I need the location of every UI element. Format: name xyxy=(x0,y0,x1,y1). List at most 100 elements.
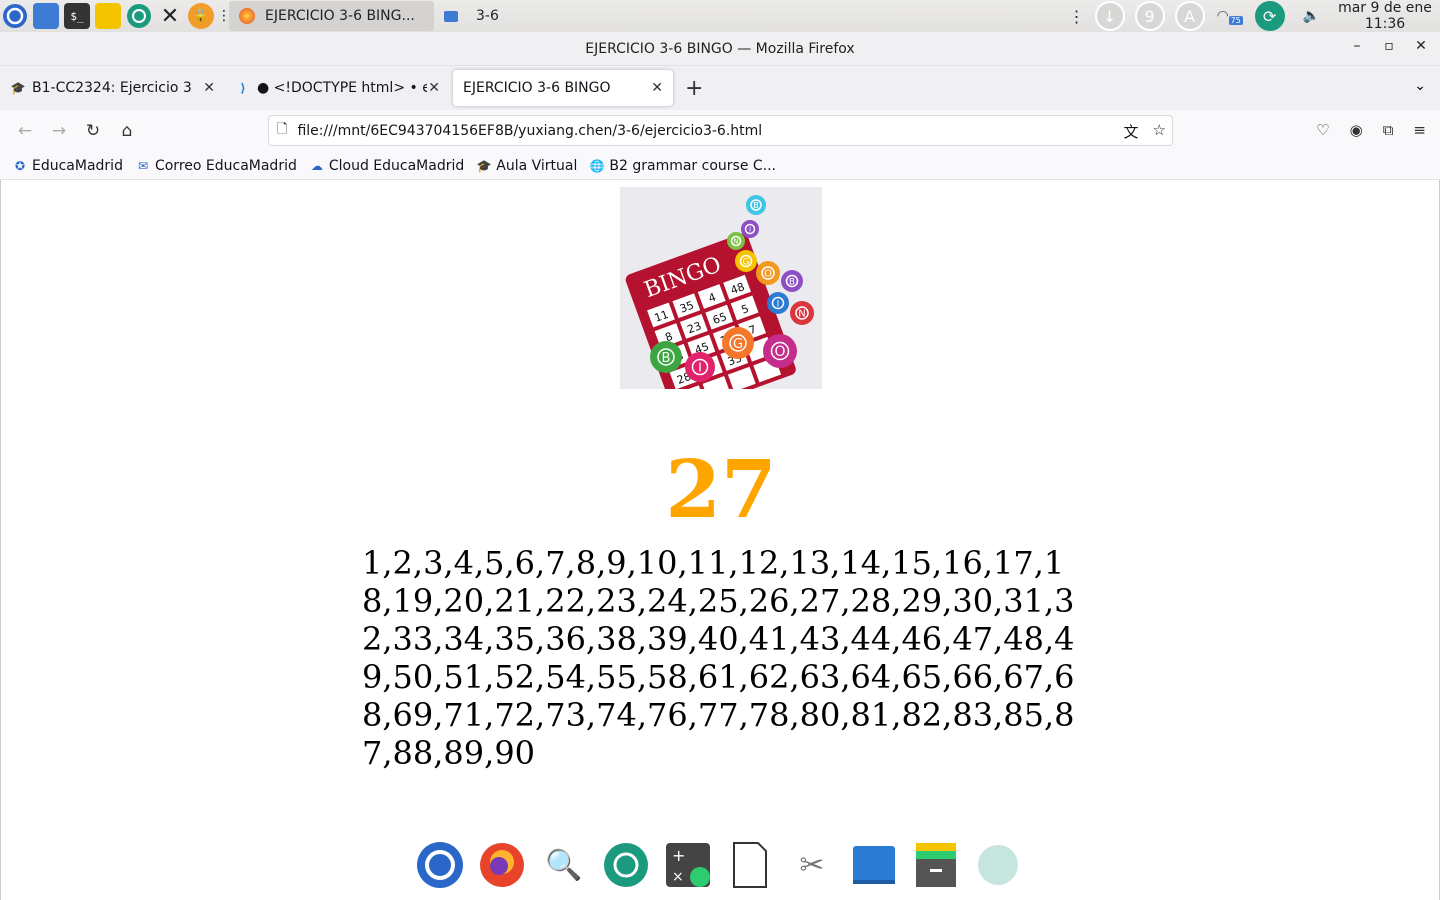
educamadrid-icon: ✪ xyxy=(14,158,26,173)
bingo-ball-letter: I xyxy=(777,299,780,309)
bookmark-correo[interactable]: ✉ Correo EducaMadrid xyxy=(135,158,297,174)
dock-document-icon[interactable] xyxy=(724,839,776,891)
tray-more-icon[interactable]: ⋮ xyxy=(1069,7,1085,26)
svg-text:×: × xyxy=(672,869,684,885)
globe-icon: 🌐 xyxy=(589,158,605,173)
minimize-button[interactable]: – xyxy=(1348,38,1366,54)
bookmark-aula[interactable]: 🎓 Aula Virtual xyxy=(476,157,578,174)
system-top-bar: $_ ✕ 🔒 ⋮ EJERCICIO 3-6 BING... 3-6 ⋮ ↓ 9… xyxy=(0,0,1440,32)
forward-button[interactable]: → xyxy=(42,121,76,141)
tools-icon[interactable]: ✕ xyxy=(157,3,183,29)
url-text[interactable]: file:///mnt/6EC943704156EF8B/yuxiang.che… xyxy=(297,123,762,139)
bingo-ball-letter: O xyxy=(764,269,772,280)
mail-icon: ✉ xyxy=(137,158,148,173)
current-number: 27 xyxy=(665,442,777,536)
dock-educamadrid-icon[interactable] xyxy=(414,839,466,891)
bingo-ball-letter: B xyxy=(753,201,759,210)
bookmark-label: Aula Virtual xyxy=(496,157,578,174)
dock-scissors-icon[interactable]: ✂ xyxy=(786,839,838,891)
maximize-button[interactable]: ▫ xyxy=(1380,38,1398,54)
bingo-ball-letter: G xyxy=(743,257,750,267)
bookmark-label: B2 grammar course C... xyxy=(609,157,777,174)
app-menu-icon[interactable] xyxy=(2,3,28,29)
bingo-ball-letter: I xyxy=(698,361,702,375)
tray-badge-9[interactable]: 9 xyxy=(1134,1,1165,31)
bookmark-label: Cloud EducaMadrid xyxy=(328,157,465,174)
bookmarks-toolbar: ✪ EducaMadrid ✉ Correo EducaMadrid ☁ Cloud … xyxy=(0,152,1440,180)
tray-badge-a[interactable]: A xyxy=(1174,1,1205,31)
translate-icon[interactable]: 文 xyxy=(1124,121,1139,142)
vscode-icon: ⟩ xyxy=(240,81,246,95)
dock-calculator-icon[interactable]: + × xyxy=(662,839,714,891)
bookmark-cloud[interactable]: ☁ Cloud EducaMadrid xyxy=(309,158,464,174)
tray-update-icon[interactable]: ↓ xyxy=(1094,1,1125,31)
terminal-icon[interactable]: $_ xyxy=(64,3,90,29)
lock-icon[interactable]: 🔒 xyxy=(188,3,214,29)
taskbar-active-label: EJERCICIO 3-6 BING... xyxy=(265,8,415,24)
graduation-cap-icon: 🎓 xyxy=(476,158,492,173)
new-tab-button[interactable]: + xyxy=(685,76,703,101)
page-content: BINGO 11354488236551345127282733 BINGOBI… xyxy=(0,180,1440,900)
dock-firefox-icon[interactable] xyxy=(476,839,528,891)
bookmark-educamadrid[interactable]: ✪ EducaMadrid xyxy=(12,158,123,174)
reload-button[interactable]: ↻ xyxy=(76,121,110,141)
drawn-numbers-list: 1,2,3,4,5,6,7,8,9,10,11,12,13,14,15,16,1… xyxy=(362,544,1075,772)
bingo-ball-letter: G xyxy=(733,337,743,352)
dock-display-icon[interactable] xyxy=(848,839,900,891)
firefox-icon xyxy=(239,8,255,24)
dock: 🔍 + × ✂ xyxy=(409,830,1029,900)
clock-date: mar 9 de ene xyxy=(1338,0,1432,16)
tab-label: ● <!DOCTYPE html> • eje xyxy=(257,80,427,96)
back-button[interactable]: ← xyxy=(8,121,42,141)
taskbar-folder-window[interactable]: 3-6 xyxy=(434,1,509,31)
close-tab-icon[interactable]: ✕ xyxy=(203,80,215,96)
page-icon: 🗋 xyxy=(277,121,288,137)
tray-sync-icon[interactable]: ⟳ xyxy=(1254,1,1285,31)
tab-label: EJERCICIO 3-6 BINGO xyxy=(463,80,611,96)
tab-bingo[interactable]: EJERCICIO 3-6 BINGO ✕ xyxy=(453,70,673,106)
tab-ejercicio-aula[interactable]: 🎓 B1-CC2324: Ejercicio 3.6. ✕ xyxy=(0,70,225,106)
wifi-badge: 75 xyxy=(1228,16,1243,25)
tab-label: B1-CC2324: Ejercicio 3.6. xyxy=(32,80,192,96)
bookmark-b2[interactable]: 🌐 B2 grammar course C... xyxy=(589,158,776,174)
dock-aperture-faded-icon[interactable] xyxy=(972,839,1024,891)
bingo-ball-letter: N xyxy=(733,238,738,246)
bingo-ball-letter: N xyxy=(798,309,805,320)
folder-icon xyxy=(444,10,458,22)
url-bar[interactable]: 🗋 file:///mnt/6EC943704156EF8B/yuxiang.c… xyxy=(268,115,1173,146)
system-tray: ⋮ ↓ 9 A ◠ 75 ⟳ 🔈 mar 9 de ene 11:36 xyxy=(1069,0,1440,32)
dock-archive-icon[interactable] xyxy=(910,839,962,891)
menu-icon[interactable]: ≡ xyxy=(1413,121,1426,139)
more-icon[interactable]: ⋮ xyxy=(217,3,231,29)
bookmark-star-icon[interactable]: ☆ xyxy=(1153,121,1166,142)
svg-text:+: + xyxy=(672,846,685,865)
clock[interactable]: mar 9 de ene 11:36 xyxy=(1330,0,1440,32)
aperture-icon[interactable] xyxy=(126,3,152,29)
extensions-icon[interactable]: ⧉ xyxy=(1383,121,1394,139)
dock-aperture-icon[interactable] xyxy=(600,839,652,891)
account-icon[interactable]: ◉ xyxy=(1350,121,1363,139)
taskbar-folder-label: 3-6 xyxy=(476,8,499,24)
home-button[interactable]: ⌂ xyxy=(110,121,144,141)
navigation-toolbar: ← → ↻ ⌂ 🗋 file:///mnt/6EC943704156EF8B/y… xyxy=(0,110,1440,152)
tab-vscode[interactable]: ⟩ ● <!DOCTYPE html> • eje ✕ xyxy=(225,70,450,106)
close-tab-icon[interactable]: ✕ xyxy=(651,80,663,96)
graduation-cap-icon: 🎓 xyxy=(10,81,26,95)
close-window-button[interactable]: ✕ xyxy=(1412,38,1430,54)
volume-icon[interactable]: 🔈 xyxy=(1303,8,1320,24)
dock-search-icon[interactable]: 🔍 xyxy=(538,839,590,891)
bingo-ball-letter: I xyxy=(749,226,751,234)
list-tabs-chevron-icon[interactable]: ⌄ xyxy=(1414,78,1426,94)
bingo-ball-letter: B xyxy=(789,277,795,287)
clock-time: 11:36 xyxy=(1364,16,1406,32)
taskbar-firefox-window[interactable]: EJERCICIO 3-6 BING... xyxy=(229,1,434,31)
desktop-icon[interactable] xyxy=(33,3,59,29)
window-title: EJERCICIO 3-6 BINGO — Mozilla Firefox xyxy=(585,40,855,57)
wifi-icon[interactable]: ◠ 75 xyxy=(1217,8,1245,25)
pocket-icon[interactable]: ♡ xyxy=(1316,121,1329,139)
bingo-image: BINGO 11354488236551345127282733 BINGOBI… xyxy=(620,187,822,389)
close-tab-icon[interactable]: ✕ xyxy=(428,80,440,96)
bookmark-label: Correo EducaMadrid xyxy=(154,157,297,174)
notes-icon[interactable] xyxy=(95,3,121,29)
cloud-icon: ☁ xyxy=(310,158,323,173)
